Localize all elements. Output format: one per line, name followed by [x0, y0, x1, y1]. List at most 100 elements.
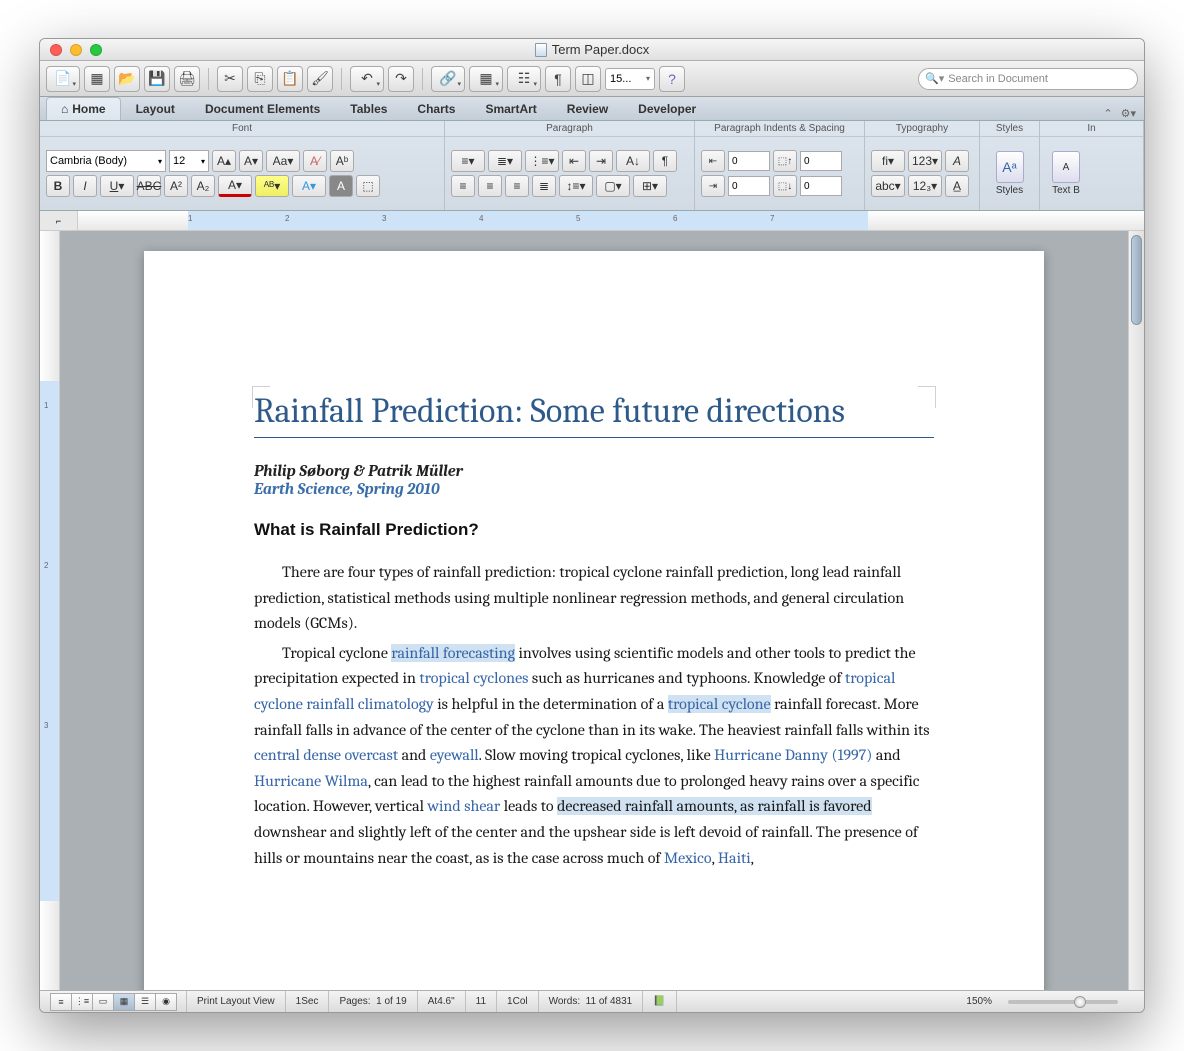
tab-charts[interactable]: Charts	[402, 97, 470, 120]
status-pages[interactable]: Pages: 1 of 19	[329, 991, 417, 1012]
number-style-button[interactable]: 123▾	[908, 150, 942, 172]
hyperlink[interactable]: tropical cyclones	[419, 669, 528, 687]
zoom-icon[interactable]	[90, 44, 102, 56]
numbering-button[interactable]: ≣▾	[488, 150, 522, 172]
document-heading[interactable]: What is Rainfall Prediction?	[254, 520, 934, 540]
sort-button[interactable]: A↓	[616, 150, 650, 172]
view-draft-button[interactable]: ≡	[50, 993, 72, 1011]
scrollbar-vertical[interactable]	[1128, 231, 1144, 990]
paragraph-2[interactable]: Tropical cyclone rainfall forecasting in…	[254, 641, 934, 871]
cut-button[interactable]: ✂	[217, 66, 243, 92]
hyperlink[interactable]: wind shear	[427, 797, 500, 815]
document-course[interactable]: Earth Science, Spring 2010	[254, 480, 934, 498]
hyperlink[interactable]: eyewall	[430, 746, 479, 764]
clear-format-button[interactable]: A⁄	[303, 150, 327, 172]
hyperlink[interactable]: Hurricane Danny (1997)	[714, 746, 872, 764]
templates-button[interactable]: ▦	[84, 66, 110, 92]
tab-home[interactable]: ⌂Home	[46, 97, 121, 120]
text-effect-button[interactable]: A▾	[292, 175, 326, 197]
alt-chars-button[interactable]: A̲	[945, 175, 969, 197]
document-page[interactable]: Rainfall Prediction: Some future directi…	[144, 251, 1044, 990]
scroll-thumb[interactable]	[1131, 235, 1142, 325]
status-words[interactable]: Words: 11 of 4831	[539, 991, 644, 1012]
font-size-select[interactable]: 12▾	[169, 150, 209, 172]
change-case-button[interactable]: Aa▾	[266, 150, 300, 172]
status-line[interactable]: 11	[466, 991, 497, 1012]
char-border-button[interactable]: ⬚	[356, 175, 380, 197]
zoom-slider[interactable]	[1008, 1000, 1118, 1004]
status-col[interactable]: 1Col	[497, 991, 539, 1012]
link-button[interactable]: 🔗	[431, 66, 465, 92]
grow-font-button[interactable]: A▴	[212, 150, 236, 172]
style-inspector-button[interactable]: Aᵇ	[330, 150, 354, 172]
show-button[interactable]: ¶	[545, 66, 571, 92]
tab-developer[interactable]: Developer	[623, 97, 711, 120]
shading-button[interactable]: ▢▾	[596, 175, 630, 197]
align-right-button[interactable]: ≡	[505, 175, 529, 197]
shrink-font-button[interactable]: A▾	[239, 150, 263, 172]
gear-icon[interactable]: ⚙▾	[1121, 107, 1136, 120]
collapse-icon[interactable]: ⌃	[1103, 107, 1112, 120]
help-button[interactable]: ?	[659, 66, 685, 92]
status-zoom-value[interactable]: 150%	[956, 991, 1002, 1012]
show-marks-button[interactable]: ¶	[653, 150, 677, 172]
line-spacing-button[interactable]: ↕≡▾	[559, 175, 593, 197]
stylistic-button[interactable]: A	[945, 150, 969, 172]
new-button[interactable]: 📄	[46, 66, 80, 92]
paragraph-1[interactable]: There are four types of rainfall predict…	[254, 560, 934, 637]
indent-button[interactable]: ⇥	[589, 150, 613, 172]
subscript-button[interactable]: A₂	[191, 175, 215, 197]
strike-button[interactable]: ABC	[137, 175, 161, 197]
tab-document-elements[interactable]: Document Elements	[190, 97, 335, 120]
undo-button[interactable]: ↶	[350, 66, 384, 92]
print-button[interactable]: 🖨	[174, 66, 200, 92]
ligature-button[interactable]: fi▾	[871, 150, 905, 172]
tables-button[interactable]: ▦	[469, 66, 503, 92]
tab-selector[interactable]: ⌐	[40, 211, 78, 230]
hyperlink[interactable]: Hurricane Wilma	[254, 772, 368, 790]
tab-layout[interactable]: Layout	[121, 97, 190, 120]
textbox-button[interactable]: A Text B	[1046, 144, 1086, 204]
multilevel-button[interactable]: ⋮≡▾	[525, 150, 559, 172]
copy-button[interactable]: ⎘	[247, 66, 273, 92]
tab-tables[interactable]: Tables	[335, 97, 402, 120]
highlighted-link[interactable]: tropical cyclone	[668, 695, 771, 713]
bullets-button[interactable]: ≡▾	[451, 150, 485, 172]
indent-left-input[interactable]: 0	[728, 151, 770, 171]
open-button[interactable]: 📂	[114, 66, 140, 92]
highlight-button[interactable]: ᴬᴮ▾	[255, 175, 289, 197]
number-spacing-button[interactable]: 12₃▾	[908, 175, 942, 197]
document-scroll[interactable]: Rainfall Prediction: Some future directi…	[60, 231, 1128, 990]
borders-button[interactable]: ⊞▾	[633, 175, 667, 197]
paste-button[interactable]: 📋	[277, 66, 303, 92]
justify-button[interactable]: ≣	[532, 175, 556, 197]
view-notebook-button[interactable]: ☰	[134, 993, 156, 1011]
sidebar-button[interactable]: ◫	[575, 66, 601, 92]
view-focus-button[interactable]: ◉	[155, 993, 177, 1011]
columns-button[interactable]: ☷	[507, 66, 541, 92]
tab-smartart[interactable]: SmartArt	[470, 97, 551, 120]
underline-button[interactable]: U▾	[100, 175, 134, 197]
document-title[interactable]: Rainfall Prediction: Some future directi…	[254, 391, 934, 438]
bold-button[interactable]: B	[46, 175, 70, 197]
close-icon[interactable]	[50, 44, 62, 56]
char-shading-button[interactable]: A	[329, 175, 353, 197]
status-sec[interactable]: 1Sec	[286, 991, 330, 1012]
redo-button[interactable]: ↷	[388, 66, 414, 92]
view-publishing-button[interactable]: ▭	[92, 993, 114, 1011]
ruler-horizontal[interactable]: 1234567	[78, 211, 1144, 230]
outdent-button[interactable]: ⇤	[562, 150, 586, 172]
highlighted-link[interactable]: rainfall forecasting	[391, 644, 515, 662]
status-at[interactable]: At4.6"	[418, 991, 466, 1012]
document-authors[interactable]: Philip Søborg & Patrik Müller	[254, 462, 934, 480]
search-input[interactable]: 🔍▾ Search in Document	[918, 68, 1138, 90]
zoom-slider-thumb[interactable]	[1074, 996, 1086, 1008]
superscript-button[interactable]: A²	[164, 175, 188, 197]
view-outline-button[interactable]: ⋮≡	[71, 993, 93, 1011]
zoom-combo[interactable]: 15...▾	[605, 68, 655, 90]
ruler-vertical[interactable]: 123	[40, 231, 60, 990]
format-painter-button[interactable]: 🖌	[307, 66, 333, 92]
indent-right-input[interactable]: 0	[728, 176, 770, 196]
highlighted-text[interactable]: decreased rainfall amounts, as rainfall …	[557, 797, 871, 815]
document-body[interactable]: There are four types of rainfall predict…	[254, 560, 934, 871]
